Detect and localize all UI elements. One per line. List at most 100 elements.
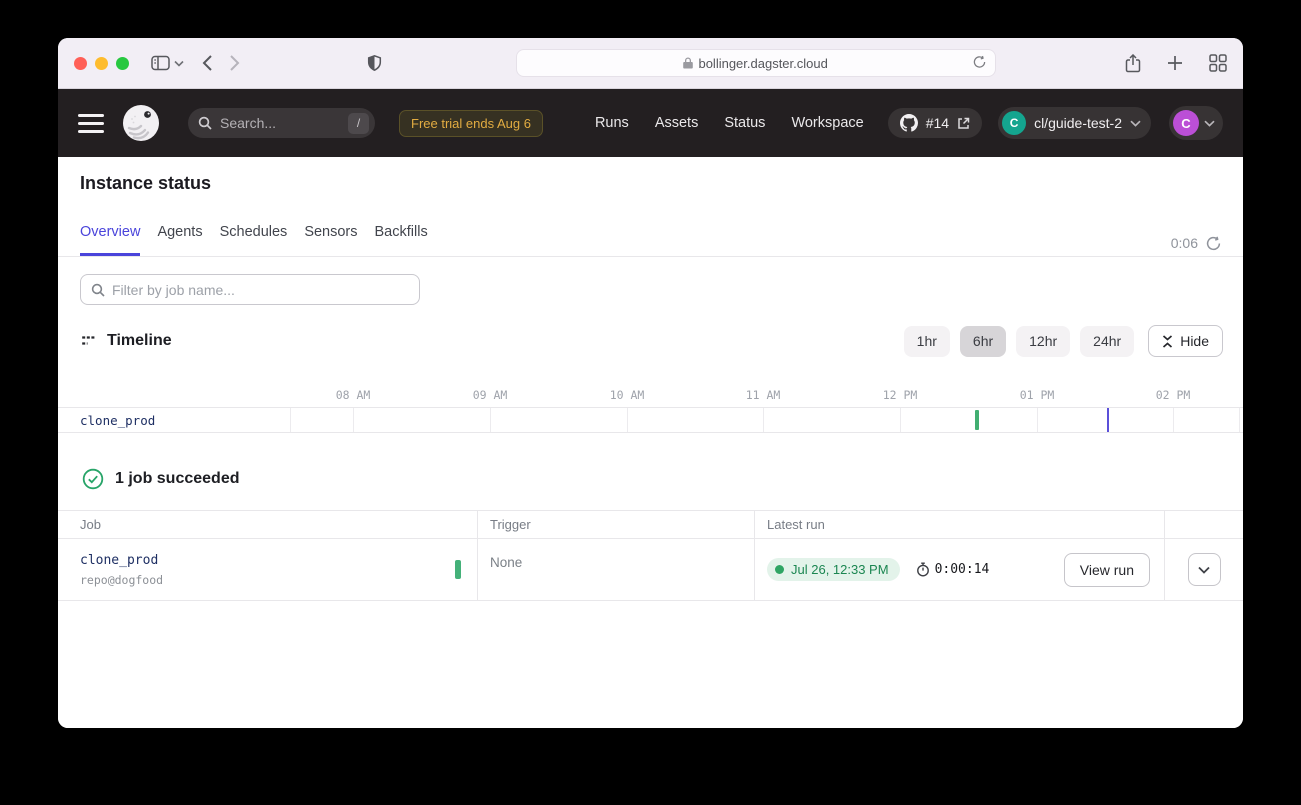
axis-tick: 01 PM <box>1007 388 1067 402</box>
timeline-icon <box>80 333 97 350</box>
trigger-cell: None <box>478 539 755 600</box>
tab-agents[interactable]: Agents <box>157 224 202 256</box>
countdown-value: 0:06 <box>1171 235 1198 251</box>
app-header: / Free trial ends Aug 6 Runs Assets Stat… <box>58 89 1243 157</box>
timeline-row: clone_prod <box>58 407 1243 433</box>
browser-toolbar: bollinger.dagster.cloud <box>58 38 1243 89</box>
job-cell: clone_prod repo@dogfood <box>58 539 478 600</box>
range-1hr-button[interactable]: 1hr <box>904 326 950 357</box>
run-duration: 0:00:14 <box>916 562 990 577</box>
run-marker[interactable] <box>975 410 979 430</box>
nav-status[interactable]: Status <box>724 115 765 131</box>
menu-icon[interactable] <box>78 114 104 133</box>
user-avatar: C <box>1173 110 1199 136</box>
pr-number: #14 <box>926 115 949 131</box>
privacy-shield-icon[interactable] <box>367 54 382 72</box>
chevron-down-icon <box>1130 120 1141 127</box>
search-shortcut-key: / <box>348 113 369 134</box>
new-tab-icon[interactable] <box>1167 55 1183 71</box>
range-12hr-button[interactable]: 12hr <box>1016 326 1070 357</box>
current-time-marker <box>1107 408 1109 432</box>
success-dot-icon <box>775 565 784 574</box>
range-24hr-button[interactable]: 24hr <box>1080 326 1134 357</box>
axis-tick: 12 PM <box>870 388 930 402</box>
job-name-link[interactable]: clone_prod <box>80 553 163 568</box>
window-controls <box>74 57 129 70</box>
timeline-title: Timeline <box>107 332 172 350</box>
status-tabs: Overview Agents Schedules Sensors Backfi… <box>58 224 1243 257</box>
column-header-trigger: Trigger <box>478 511 755 538</box>
timeline-chart: 08 AM 09 AM 10 AM 11 AM 12 PM 01 PM 02 P… <box>58 387 1243 433</box>
job-location: repo@dogfood <box>80 573 163 587</box>
chevron-down-icon <box>1204 120 1215 127</box>
hide-timeline-button[interactable]: Hide <box>1148 325 1223 357</box>
github-pr-badge[interactable]: #14 <box>888 108 982 138</box>
axis-tick: 09 AM <box>460 388 520 402</box>
row-menu-button[interactable] <box>1188 553 1221 586</box>
tab-overview-icon[interactable] <box>1209 54 1227 72</box>
column-header-job: Job <box>58 511 478 538</box>
deployment-name: cl/guide-test-2 <box>1034 115 1122 131</box>
job-run-history-bar[interactable] <box>455 560 461 579</box>
back-button[interactable] <box>202 54 213 72</box>
tab-backfills[interactable]: Backfills <box>375 224 428 256</box>
external-link-icon <box>957 117 970 130</box>
url-text: bollinger.dagster.cloud <box>698 56 827 71</box>
run-timestamp: Jul 26, 12:33 PM <box>791 562 889 577</box>
jobs-table: Job Trigger Latest run clone_prod repo@d… <box>58 510 1243 601</box>
deployment-avatar: C <box>1002 111 1026 135</box>
axis-tick: 10 AM <box>597 388 657 402</box>
timeline-range-buttons: 1hr 6hr 12hr 24hr Hide <box>904 325 1223 357</box>
timeline-job-link[interactable]: clone_prod <box>80 413 155 428</box>
tab-schedules[interactable]: Schedules <box>220 224 288 256</box>
search-icon <box>91 283 105 297</box>
job-filter[interactable] <box>80 274 420 305</box>
job-filter-input[interactable] <box>112 282 392 298</box>
trial-badge[interactable]: Free trial ends Aug 6 <box>399 110 543 137</box>
share-icon[interactable] <box>1125 54 1141 73</box>
column-header-actions <box>1165 511 1243 538</box>
search-icon <box>198 116 212 130</box>
timeline-axis: 08 AM 09 AM 10 AM 11 AM 12 PM 01 PM 02 P… <box>58 387 1243 407</box>
browser-window: bollinger.dagster.cloud <box>58 38 1243 728</box>
axis-tick: 08 AM <box>323 388 383 402</box>
axis-tick: 02 PM <box>1143 388 1203 402</box>
view-run-button[interactable]: View run <box>1064 553 1150 587</box>
stopwatch-icon <box>916 562 930 577</box>
run-status-badge[interactable]: Jul 26, 12:33 PM <box>767 558 900 581</box>
sidebar-toggle-icon[interactable] <box>151 55 170 71</box>
collapse-icon <box>1162 335 1173 348</box>
address-bar[interactable]: bollinger.dagster.cloud <box>516 49 996 77</box>
app-nav: Runs Assets Status Workspace <box>595 115 864 131</box>
nav-assets[interactable]: Assets <box>655 115 699 131</box>
success-check-icon <box>82 468 104 490</box>
latest-run-cell: Jul 26, 12:33 PM 0:00:14 View run <box>755 539 1165 600</box>
column-header-latest-run: Latest run <box>755 511 1165 538</box>
minimize-window-button[interactable] <box>95 57 108 70</box>
main-content: Instance status Overview Agents Schedule… <box>58 157 1243 728</box>
search-input[interactable] <box>220 115 330 131</box>
nav-workspace[interactable]: Workspace <box>791 115 863 131</box>
reload-icon[interactable] <box>973 55 986 72</box>
page-title: Instance status <box>80 173 1221 194</box>
zoom-window-button[interactable] <box>116 57 129 70</box>
tab-sensors[interactable]: Sensors <box>304 224 357 256</box>
refresh-countdown: 0:06 <box>1171 235 1221 251</box>
jobs-summary: 1 job succeeded <box>82 468 1243 490</box>
forward-button[interactable] <box>229 54 240 72</box>
sidebar-chevron-icon[interactable] <box>174 60 184 67</box>
tab-overview[interactable]: Overview <box>80 224 140 256</box>
table-row: clone_prod repo@dogfood None Jul 26, 12:… <box>58 539 1243 601</box>
global-search[interactable]: / <box>188 108 375 138</box>
axis-tick: 11 AM <box>733 388 793 402</box>
close-window-button[interactable] <box>74 57 87 70</box>
jobs-summary-text: 1 job succeeded <box>115 470 240 488</box>
jobs-table-header: Job Trigger Latest run <box>58 511 1243 539</box>
nav-runs[interactable]: Runs <box>595 115 629 131</box>
refresh-icon[interactable] <box>1206 236 1221 251</box>
deployment-switcher[interactable]: C cl/guide-test-2 <box>998 107 1151 139</box>
range-6hr-button[interactable]: 6hr <box>960 326 1006 357</box>
dagster-logo[interactable] <box>122 104 160 142</box>
actions-cell <box>1165 539 1243 600</box>
user-menu[interactable]: C <box>1169 106 1223 140</box>
